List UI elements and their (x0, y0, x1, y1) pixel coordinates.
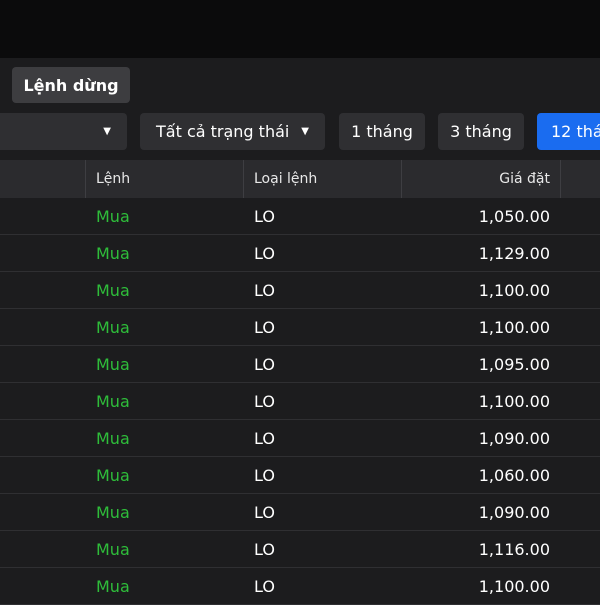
table-row[interactable]: Mua LO 1,100.00 (0, 383, 600, 420)
order-side: Mua (96, 280, 130, 300)
order-type: LO (254, 465, 275, 485)
table-row[interactable]: Mua LO 1,090.00 (0, 494, 600, 531)
order-type: LO (254, 428, 275, 448)
column-divider (243, 160, 244, 198)
table-row[interactable]: Mua LO 1,116.00 (0, 531, 600, 568)
orders-table-body: Mua LO 1,050.00 Mua LO 1,129.00 Mua LO 1,100.00 M… (0, 198, 600, 605)
order-price: 1,100.00 (478, 317, 550, 337)
table-row[interactable]: Mua LO 1,100.00 (0, 568, 600, 605)
order-type: LO (254, 539, 275, 559)
top-bar (0, 0, 600, 58)
table-row[interactable]: Mua LO 1,060.00 (0, 457, 600, 494)
period-12-months-button[interactable]: 12 thá (537, 113, 600, 150)
status-dropdown[interactable]: Tất cả trạng thái ▼ (140, 113, 325, 150)
order-side: Mua (96, 354, 130, 374)
table-header: Lệnh Loại lệnh Giá đặt (0, 160, 600, 198)
order-price: 1,050.00 (478, 206, 550, 226)
column-divider (85, 160, 86, 198)
order-price: 1,100.00 (478, 391, 550, 411)
order-type: LO (254, 243, 275, 263)
order-side: Mua (96, 243, 130, 263)
table-row[interactable]: Mua LO 1,100.00 (0, 272, 600, 309)
order-side: Mua (96, 428, 130, 448)
order-price: 1,095.00 (478, 354, 550, 374)
order-price: 1,100.00 (478, 280, 550, 300)
header-side[interactable]: Lệnh (96, 160, 130, 198)
table-row[interactable]: Mua LO 1,095.00 (0, 346, 600, 383)
order-price: 1,060.00 (478, 465, 550, 485)
table-row[interactable]: Mua LO 1,100.00 (0, 309, 600, 346)
order-price: 1,090.00 (478, 502, 550, 522)
table-row[interactable]: Mua LO 1,090.00 (0, 420, 600, 457)
order-side: Mua (96, 465, 130, 485)
header-order-type[interactable]: Loại lệnh (254, 160, 317, 198)
filter-dropdown[interactable]: ▼ (0, 113, 127, 150)
table-row[interactable]: Mua LO 1,050.00 (0, 198, 600, 235)
order-side: Mua (96, 539, 130, 559)
order-price: 1,116.00 (478, 539, 550, 559)
order-price: 1,090.00 (478, 428, 550, 448)
order-price: 1,100.00 (478, 576, 550, 596)
order-side: Mua (96, 576, 130, 596)
order-side: Mua (96, 317, 130, 337)
period-1-month-button[interactable]: 1 tháng (339, 113, 425, 150)
table-row[interactable]: Mua LO 1,129.00 (0, 235, 600, 272)
order-type: LO (254, 576, 275, 596)
caret-down-icon: ▼ (103, 126, 111, 137)
order-type: LO (254, 317, 275, 337)
header-price[interactable]: Giá đặt (402, 160, 550, 198)
order-type: LO (254, 280, 275, 300)
order-side: Mua (96, 502, 130, 522)
order-side: Mua (96, 206, 130, 226)
stop-order-tab[interactable]: Lệnh dừng (12, 67, 130, 103)
order-type: LO (254, 502, 275, 522)
status-dropdown-label: Tất cả trạng thái (156, 122, 290, 141)
column-divider (560, 160, 561, 198)
caret-down-icon: ▼ (301, 126, 309, 137)
order-type: LO (254, 391, 275, 411)
order-side: Mua (96, 391, 130, 411)
order-price: 1,129.00 (478, 243, 550, 263)
order-type: LO (254, 354, 275, 374)
period-3-months-button[interactable]: 3 tháng (438, 113, 524, 150)
order-type: LO (254, 206, 275, 226)
